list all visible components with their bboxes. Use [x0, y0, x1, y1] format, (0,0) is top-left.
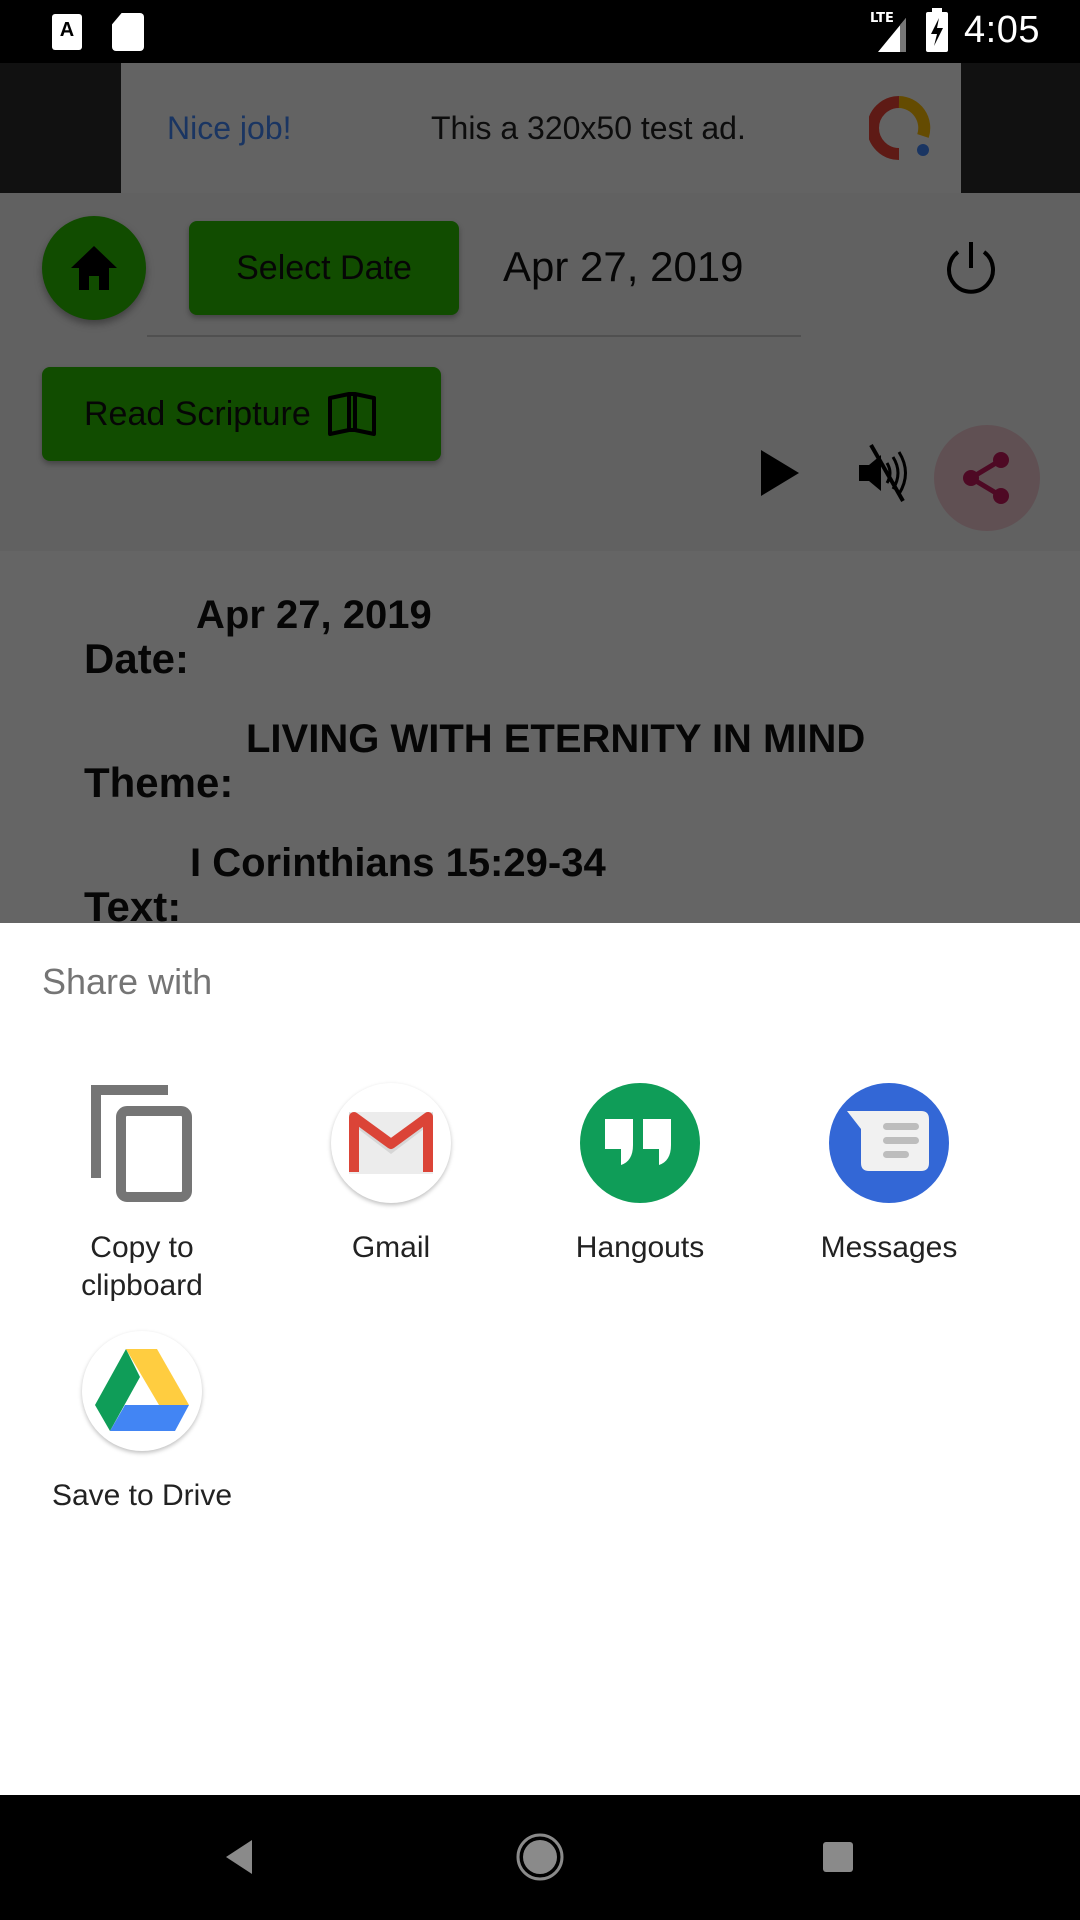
- drive-icon: [82, 1331, 202, 1451]
- sd-card-icon: [112, 13, 144, 51]
- home-nav-button[interactable]: [500, 1825, 580, 1889]
- network-type: LTE: [870, 11, 894, 26]
- a-notification-icon: A: [52, 14, 82, 50]
- clock: 4:05: [964, 8, 1040, 51]
- status-bar: A LTE 4:05: [0, 0, 1080, 63]
- recents-icon: [823, 1842, 853, 1872]
- navigation-bar: [0, 1795, 1080, 1920]
- back-icon: [226, 1840, 252, 1874]
- share-target-gmail[interactable]: Gmail: [266, 1083, 516, 1267]
- share-target-label: Messages: [820, 1231, 958, 1264]
- dim-overlay[interactable]: [0, 63, 1080, 923]
- share-target-label: Gmail: [351, 1231, 431, 1264]
- share-target-messages[interactable]: Messages: [764, 1083, 1014, 1267]
- messages-icon: [829, 1083, 949, 1203]
- share-target-copy[interactable]: Copy to clipboard: [17, 1083, 267, 1305]
- hangouts-icon: [580, 1083, 700, 1203]
- share-sheet: Share with Copy to clipboard Gmail Hango…: [0, 923, 1080, 1795]
- share-target-label: Copy to clipboard: [81, 1231, 203, 1302]
- share-target-hangouts[interactable]: Hangouts: [515, 1083, 765, 1267]
- back-button[interactable]: [200, 1825, 280, 1889]
- share-target-label: Save to Drive: [51, 1479, 233, 1512]
- gmail-icon: [331, 1083, 451, 1203]
- copy-icon: [82, 1083, 202, 1203]
- share-target-drive[interactable]: Save to Drive: [17, 1331, 267, 1515]
- battery-charging-icon: [926, 8, 949, 52]
- recents-button[interactable]: [798, 1825, 878, 1889]
- share-sheet-title: Share with: [42, 961, 213, 1002]
- home-circle-icon: [516, 1833, 564, 1881]
- share-target-label: Hangouts: [575, 1231, 705, 1264]
- lte-signal-icon: LTE: [870, 11, 907, 52]
